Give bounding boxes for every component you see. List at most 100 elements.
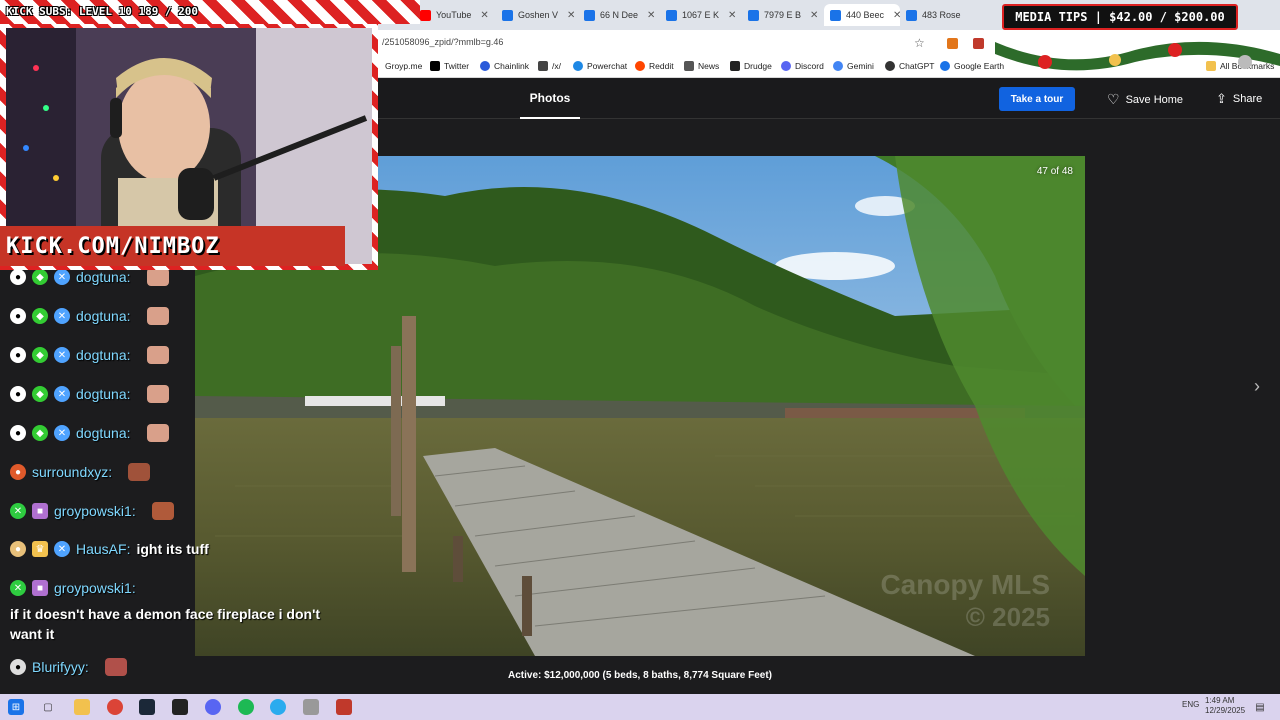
youtube-icon bbox=[420, 9, 431, 21]
steam-icon[interactable] bbox=[139, 699, 155, 715]
bookmark-label: Chainlink bbox=[494, 61, 529, 71]
grid-icon bbox=[538, 61, 548, 71]
bookmark-label: Discord bbox=[795, 61, 824, 71]
chat-username[interactable]: dogtuna: bbox=[76, 308, 131, 324]
windows-start-icon[interactable]: ⊞ bbox=[8, 699, 24, 715]
bookmark-groyp[interactable]: Groyp.me bbox=[385, 61, 422, 71]
bookmark-powerchat[interactable]: Powerchat bbox=[573, 61, 627, 71]
christmas-garland bbox=[995, 41, 1280, 71]
bookmark-reddit[interactable]: Reddit bbox=[635, 61, 674, 71]
bookmark-discord[interactable]: Discord bbox=[781, 61, 824, 71]
metamask-icon[interactable] bbox=[947, 38, 958, 49]
spotify-icon[interactable] bbox=[238, 699, 254, 715]
clock[interactable]: 1:49 AM 12/29/2025 bbox=[1205, 696, 1245, 716]
bookmark-label: Reddit bbox=[649, 61, 674, 71]
bookmark-news[interactable]: News bbox=[684, 61, 719, 71]
tab-7979-e[interactable]: 7979 E B ✕ bbox=[742, 4, 824, 26]
stream-chat: ● ◆ ✕ dogtuna: ● ◆ ✕ dogtuna: ● ◆ ✕ dogt… bbox=[0, 268, 340, 690]
notifications-icon[interactable]: ▤ bbox=[1252, 699, 1268, 715]
chat-username[interactable]: groypowski1: bbox=[54, 580, 136, 596]
crown-icon: ♛ bbox=[32, 541, 48, 557]
task-view-icon[interactable]: ▢ bbox=[40, 699, 56, 715]
clock-time: 1:49 AM bbox=[1205, 696, 1235, 705]
chat-username[interactable]: dogtuna: bbox=[76, 386, 131, 402]
drudge-icon bbox=[730, 61, 740, 71]
subs-counter: KICK SUBS: LEVEL 10 189 / 200 bbox=[0, 0, 420, 24]
bookmark-chatgpt[interactable]: ChatGPT bbox=[885, 61, 934, 71]
tab-goshen[interactable]: Goshen V ✕ bbox=[496, 4, 578, 26]
tab-label: 483 Rose bbox=[922, 10, 961, 20]
emote-icon bbox=[146, 268, 169, 286]
chatgpt-icon bbox=[885, 61, 895, 71]
chat-username[interactable]: dogtuna: bbox=[76, 347, 131, 363]
heart-icon: ♡ bbox=[1107, 91, 1120, 107]
fire-icon: ● bbox=[10, 464, 26, 480]
powerchat-icon bbox=[573, 61, 583, 71]
chat-username[interactable]: Blurifyyy: bbox=[32, 659, 89, 675]
sword-icon: ✕ bbox=[54, 269, 70, 285]
close-icon[interactable]: ✕ bbox=[893, 10, 900, 21]
discord-icon[interactable] bbox=[205, 699, 221, 715]
xbox-icon: ✕ bbox=[10, 580, 26, 596]
tab-1067-e[interactable]: 1067 E K ✕ bbox=[660, 4, 742, 26]
sword-icon: ✕ bbox=[54, 308, 70, 324]
bookmark-drudge[interactable]: Drudge bbox=[730, 61, 772, 71]
close-icon[interactable]: ✕ bbox=[480, 10, 488, 21]
x-icon bbox=[430, 61, 440, 71]
photo-watermark-year: © 2025 bbox=[966, 602, 1050, 632]
url-field[interactable]: /251058096_zpid/?mmlb=g.46 bbox=[382, 37, 503, 47]
tab-483-rose[interactable]: 483 Rose bbox=[900, 4, 982, 26]
chat-message: ● ♛ ✕ HausAF: ight its tuff bbox=[10, 541, 209, 557]
star-icon[interactable]: ☆ bbox=[914, 36, 925, 50]
close-icon[interactable]: ✕ bbox=[567, 10, 575, 21]
chat-username[interactable]: surroundxyz: bbox=[32, 464, 112, 480]
chat-message: ● ◆ ✕ dogtuna: bbox=[10, 424, 169, 442]
app-icon[interactable] bbox=[303, 699, 319, 715]
chat-message: ● ◆ ✕ dogtuna: bbox=[10, 385, 169, 403]
chat-username[interactable]: groypowski1: bbox=[54, 503, 136, 519]
zillow-icon bbox=[906, 9, 917, 21]
terminal-icon[interactable] bbox=[172, 699, 188, 715]
tab-label: Goshen V bbox=[518, 10, 559, 20]
save-home-button[interactable]: ♡ Save Home bbox=[1107, 91, 1183, 108]
recording-app-icon[interactable] bbox=[336, 699, 352, 715]
bookmark-label: Gemini bbox=[847, 61, 874, 71]
next-photo-button[interactable]: › bbox=[1248, 376, 1266, 396]
close-icon[interactable]: ✕ bbox=[810, 10, 818, 21]
tab-youtube[interactable]: YouTube ✕ bbox=[414, 4, 496, 26]
bookmark-x[interactable]: /x/ bbox=[538, 61, 561, 71]
kick-url-text: KICK.COM/NIMBOZ bbox=[6, 233, 220, 259]
emote-icon bbox=[104, 658, 127, 676]
language-indicator[interactable]: ENG bbox=[1182, 700, 1199, 709]
bookmark-label: /x/ bbox=[552, 61, 561, 71]
take-tour-button[interactable]: Take a tour bbox=[999, 87, 1075, 111]
zillow-icon bbox=[584, 9, 595, 21]
chat-text: if it doesn't have a demon face fireplac… bbox=[10, 606, 321, 642]
share-button[interactable]: ⇪ Share bbox=[1216, 91, 1262, 107]
file-explorer-icon[interactable] bbox=[74, 699, 90, 715]
close-icon[interactable]: ✕ bbox=[647, 10, 655, 21]
close-icon[interactable]: ✕ bbox=[728, 10, 736, 21]
telegram-icon[interactable] bbox=[270, 699, 286, 715]
tab-photos[interactable]: Photos bbox=[520, 79, 580, 119]
extension-icon[interactable] bbox=[973, 38, 984, 49]
chat-username[interactable]: HausAF: bbox=[76, 541, 130, 557]
chrome-icon[interactable] bbox=[107, 699, 123, 715]
avatar-icon: ● bbox=[10, 541, 26, 557]
tab-label: YouTube bbox=[436, 10, 472, 20]
bookmark-twitter[interactable]: Twitter bbox=[430, 61, 469, 71]
chevron-right-icon: › bbox=[1254, 375, 1260, 396]
chat-username[interactable]: dogtuna: bbox=[76, 425, 131, 441]
tab-66-n[interactable]: 66 N Dee ✕ bbox=[578, 4, 660, 26]
user-icon: ● bbox=[10, 659, 26, 675]
tab-440-beec[interactable]: 440 Beec ✕ bbox=[824, 4, 900, 26]
bookmark-chainlink[interactable]: Chainlink bbox=[480, 61, 529, 71]
bookmark-gemini[interactable]: Gemini bbox=[833, 61, 874, 71]
emote-icon bbox=[146, 346, 169, 364]
kick-url-banner: KICK.COM/NIMBOZ bbox=[0, 226, 345, 266]
chat-username[interactable]: dogtuna: bbox=[76, 269, 131, 285]
bookmark-label: News bbox=[698, 61, 720, 71]
tab-label: 66 N Dee bbox=[600, 10, 639, 20]
sword-icon: ✕ bbox=[54, 347, 70, 363]
zillow-icon bbox=[830, 9, 841, 21]
